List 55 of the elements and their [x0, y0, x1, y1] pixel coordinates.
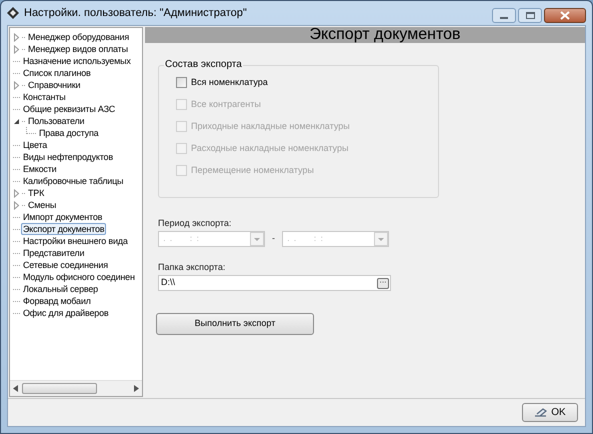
- group-title: Состав экспорта: [164, 58, 243, 72]
- range-separator: -: [272, 232, 275, 246]
- scroll-left-icon[interactable]: [13, 385, 18, 392]
- scrollbar-thumb[interactable]: [22, 383, 97, 394]
- tree-item[interactable]: Пользователи: [26, 115, 86, 127]
- tree-item[interactable]: Модуль офисного соединен: [21, 271, 137, 283]
- checkbox-label: Приходные накладные номенклатуры: [191, 120, 350, 133]
- scroll-right-icon[interactable]: [134, 385, 139, 392]
- tree-item[interactable]: Смены: [26, 199, 58, 211]
- tree-item[interactable]: Менеджер оборудования: [26, 31, 132, 43]
- window-title: Настройки. пользователь: "Администратор": [24, 6, 247, 21]
- tree-item[interactable]: Калибровочные таблицы: [21, 175, 126, 187]
- tree-item[interactable]: Локальный сервер: [21, 283, 100, 295]
- tree-item[interactable]: Офис для драйверов: [21, 307, 110, 319]
- field-label: Папка экспорта:: [158, 262, 226, 273]
- field-label: Период экспорта:: [158, 218, 232, 229]
- expand-icon[interactable]: [12, 44, 21, 54]
- tree-item[interactable]: Цвета: [21, 139, 50, 151]
- tree-item[interactable]: Виды нефтепродуктов: [21, 151, 115, 163]
- tree-item[interactable]: Сетевые соединения: [21, 259, 110, 271]
- dropdown-icon[interactable]: [250, 232, 264, 246]
- checkbox-label: Перемещение номенклатуры: [191, 164, 314, 177]
- tree-item[interactable]: Форвард мобаил: [21, 295, 93, 307]
- expand-icon[interactable]: [12, 188, 21, 198]
- tree-item[interactable]: Общие реквизиты АЗС: [21, 103, 118, 115]
- minimize-button[interactable]: [492, 8, 516, 23]
- tree-item[interactable]: Импорт документов: [21, 211, 104, 223]
- tree-item[interactable]: Менеджер видов оплаты: [26, 43, 130, 55]
- close-button[interactable]: [544, 8, 586, 23]
- tree-item[interactable]: Емкости: [21, 163, 58, 175]
- checkbox-label: Все контрагенты: [191, 98, 261, 111]
- run-export-button[interactable]: Выполнить экспорт: [156, 313, 314, 335]
- pencil-icon: [534, 408, 548, 418]
- tree-item[interactable]: ТРК: [26, 187, 46, 199]
- checkbox-label: Расходные накладные номенклатуры: [191, 142, 348, 155]
- checkbox-label: Вся номенклатура: [191, 76, 268, 89]
- tree-item[interactable]: Экспорт документов: [21, 223, 106, 235]
- collapse-icon[interactable]: [12, 116, 21, 126]
- expand-icon[interactable]: [12, 32, 21, 42]
- expand-icon[interactable]: [12, 200, 21, 210]
- maximize-button[interactable]: [518, 8, 542, 23]
- expand-icon[interactable]: [12, 80, 21, 90]
- close-icon: [560, 11, 570, 20]
- ok-button[interactable]: OK: [522, 403, 578, 422]
- dropdown-icon[interactable]: [374, 232, 388, 246]
- checkbox[interactable]: [176, 77, 187, 88]
- tree-item[interactable]: Справочники: [26, 79, 82, 91]
- tree-item[interactable]: Представители: [21, 247, 86, 259]
- tree-item[interactable]: Права доступа: [37, 127, 100, 139]
- panel-header: Экспорт документов: [145, 27, 585, 43]
- app-icon: [7, 7, 19, 19]
- tree-item[interactable]: Список плагинов: [21, 67, 93, 79]
- tree-item[interactable]: Назначение используемых: [21, 55, 133, 67]
- tree-item[interactable]: Настройки внешнего вида: [21, 235, 130, 247]
- tree-item[interactable]: Константы: [21, 91, 68, 103]
